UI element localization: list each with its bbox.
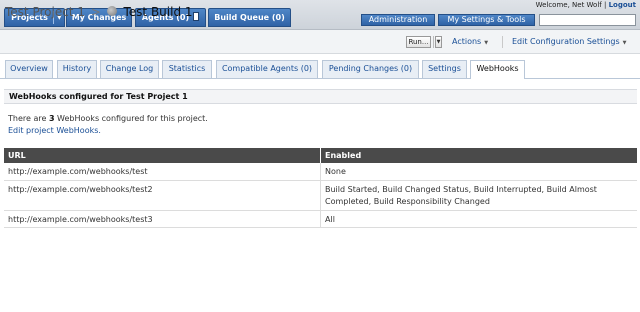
info-suffix: WebHooks configured for this project. [54, 114, 208, 123]
actions-menu[interactable]: Actions ▼ [452, 37, 488, 46]
agent-icon [193, 12, 200, 21]
tab-overview[interactable]: Overview [5, 60, 53, 78]
tabs-underline [0, 78, 640, 79]
run-label: Run [408, 38, 422, 46]
search-input[interactable] [539, 14, 636, 26]
column-divider [320, 163, 321, 180]
webhook-url: http://example.com/webhooks/test2 [8, 185, 153, 194]
webhook-enabled-events: None [325, 167, 346, 176]
build-queue-label: Build Queue (0) [214, 13, 285, 22]
column-header-enabled: Enabled [321, 148, 637, 163]
tab-settings[interactable]: Settings [422, 60, 467, 78]
table-row: http://example.com/webhooks/test3 All [4, 211, 637, 228]
edit-project-webhooks-link[interactable]: Edit project WebHooks. [8, 126, 101, 135]
tab-change-log[interactable]: Change Log [100, 60, 159, 78]
tab-compatible-agents[interactable]: Compatible Agents (0) [216, 60, 318, 78]
column-header-url: URL [4, 148, 320, 163]
tab-statistics[interactable]: Statistics [162, 60, 212, 78]
section-title: WebHooks configured for Test Project 1 [4, 89, 637, 104]
webhook-enabled-events: Build Started, Build Changed Status, Bui… [325, 185, 597, 206]
tab-webhooks[interactable]: WebHooks [470, 60, 525, 79]
run-dots: ... [421, 38, 429, 46]
edit-configuration-label: Edit Configuration Settings [512, 37, 620, 46]
tab-pending-changes[interactable]: Pending Changes (0) [322, 60, 419, 78]
table-row: http://example.com/webhooks/test2 Build … [4, 181, 637, 211]
tab-history[interactable]: History [57, 60, 97, 78]
logout-link[interactable]: Logout [609, 1, 636, 9]
breadcrumb: Test Project 1 > Test Build 1 [5, 5, 193, 19]
column-divider [320, 211, 321, 227]
administration-button[interactable]: Administration [361, 14, 435, 26]
edit-configuration-menu[interactable]: Edit Configuration Settings ▼ [512, 37, 627, 46]
webhook-enabled-events: All [325, 215, 335, 224]
build-config-icon [106, 6, 117, 16]
welcome-text: Welcome, Net Wolf | Logout [536, 1, 636, 9]
table-row: http://example.com/webhooks/test None [4, 163, 637, 181]
column-divider [320, 181, 321, 210]
breadcrumb-separator: > [90, 5, 101, 19]
webhook-url: http://example.com/webhooks/test [8, 167, 148, 176]
breadcrumb-project-link[interactable]: Test Project 1 [5, 5, 85, 19]
info-prefix: There are [8, 114, 49, 123]
run-button[interactable]: Run... [406, 36, 431, 48]
chevron-down-icon[interactable]: ▼ [435, 36, 442, 48]
actions-label: Actions [452, 37, 482, 46]
my-settings-button[interactable]: My Settings & Tools [438, 14, 535, 26]
webhooks-count-text: There are 3 WebHooks configured for this… [8, 114, 208, 123]
toolbar-divider [502, 36, 503, 48]
page-title: Test Build 1 [123, 5, 193, 19]
webhook-url: http://example.com/webhooks/test3 [8, 215, 153, 224]
chevron-down-icon: ▼ [622, 40, 627, 46]
welcome-user: Welcome, Net Wolf [535, 1, 602, 9]
run-divider [433, 36, 434, 48]
chevron-down-icon: ▼ [484, 40, 489, 46]
build-queue-nav-button[interactable]: Build Queue (0) [208, 8, 291, 27]
